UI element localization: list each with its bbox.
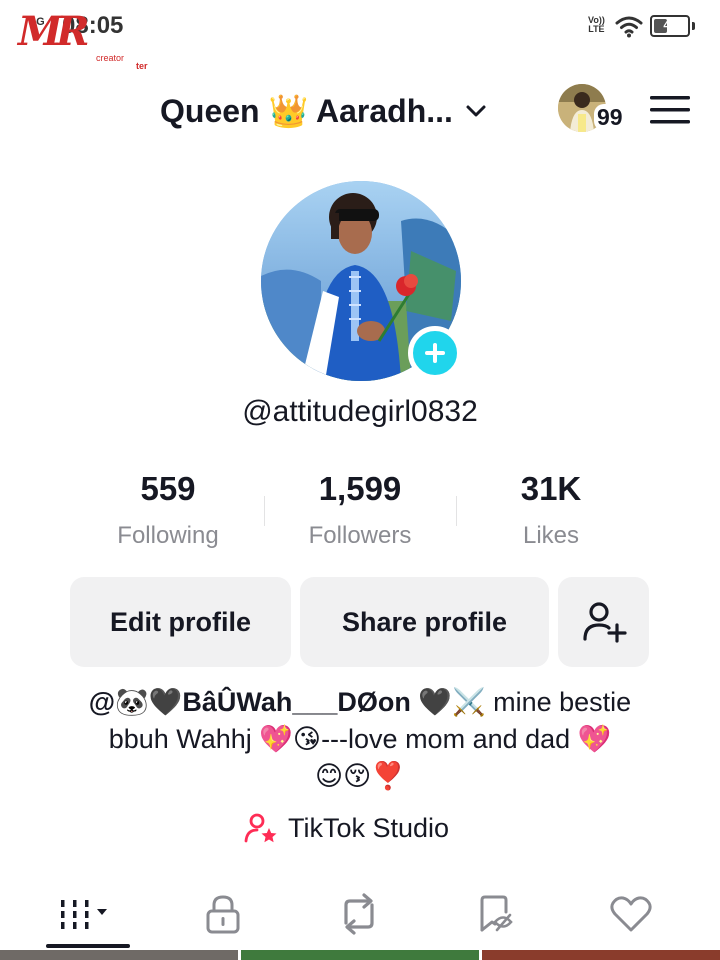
- status-bar: 4G 08:05 MR creator ter Vo)) LTE 48: [0, 0, 720, 71]
- share-profile-button[interactable]: Share profile: [300, 577, 549, 667]
- video-grid-peek: [0, 950, 720, 960]
- account-switcher[interactable]: Queen 👑 Aaradh...: [160, 88, 489, 134]
- tab-private[interactable]: [178, 878, 268, 950]
- following-label: Following: [117, 522, 219, 549]
- battery-indicator: 48: [650, 15, 690, 37]
- watermark-logo: MR creator ter: [18, 8, 158, 78]
- following-count: 559: [140, 470, 196, 507]
- active-tab-indicator: [46, 944, 130, 948]
- video-thumbnail[interactable]: [482, 950, 720, 960]
- add-friends-button[interactable]: [558, 577, 649, 667]
- watermark-mark: MR: [18, 8, 89, 55]
- tiktok-studio-link[interactable]: TikTok Studio: [244, 808, 449, 848]
- content-tabs: [0, 878, 720, 950]
- stat-following[interactable]: 559 Following: [68, 470, 268, 550]
- notification-badge: 99: [594, 104, 626, 131]
- bio-mention[interactable]: @🐼🖤BâÛWah___DØon: [89, 687, 411, 717]
- add-avatar-button[interactable]: [408, 326, 462, 380]
- likes-count: 31K: [520, 470, 582, 507]
- menu-icon[interactable]: [650, 94, 690, 126]
- heart-icon: [610, 896, 652, 932]
- stat-followers[interactable]: 1,599 Followers: [260, 470, 460, 550]
- bookmark-icon: [480, 895, 513, 932]
- followers-count: 1,599: [318, 470, 402, 507]
- profile-bio: @🐼🖤BâÛWah___DØon 🖤⚔️ mine bestie bbuh Wa…: [40, 684, 680, 795]
- bio-line-3: 😊😚❣️: [315, 761, 405, 791]
- profile-display-name: Queen 👑 Aaradh...: [160, 93, 453, 129]
- bio-line-1: @🐼🖤BâÛWah___DØon 🖤⚔️ mine bestie: [40, 684, 680, 721]
- bio-text: 🖤⚔️ mine bestie: [410, 687, 632, 717]
- tab-favorites[interactable]: [450, 878, 540, 950]
- watermark-sub: creator: [96, 53, 125, 63]
- lock-icon: [206, 895, 240, 934]
- tab-reposts[interactable]: [314, 878, 404, 950]
- bio-line-2: bbuh Wahhj 💖😘---love mom and dad 💖: [108, 724, 612, 754]
- profile-username: @attitudegirl0832: [242, 395, 478, 428]
- chevron-down-icon: [466, 105, 486, 117]
- plus-icon: [425, 343, 445, 363]
- friends-activity-button[interactable]: 99: [558, 84, 632, 136]
- volte-indicator: Vo)) LTE: [588, 15, 605, 34]
- edit-profile-button[interactable]: Edit profile: [70, 577, 291, 667]
- video-thumbnail[interactable]: [0, 950, 238, 960]
- tab-videos[interactable]: [44, 878, 134, 950]
- battery-tip: [692, 22, 695, 30]
- likes-label: Likes: [522, 522, 580, 549]
- stat-likes[interactable]: 31K Likes: [451, 470, 651, 550]
- wifi-icon: [615, 16, 643, 38]
- watermark-sub2: ter: [136, 61, 148, 71]
- tab-liked[interactable]: [586, 878, 676, 950]
- repost-icon: [344, 893, 374, 935]
- followers-label: Followers: [308, 522, 412, 549]
- add-user-icon: [582, 602, 627, 643]
- studio-icon: [244, 813, 277, 843]
- grid-icon: [61, 900, 107, 929]
- studio-label: TikTok Studio: [288, 812, 450, 843]
- battery-level: 48: [663, 18, 677, 32]
- video-thumbnail[interactable]: [241, 950, 479, 960]
